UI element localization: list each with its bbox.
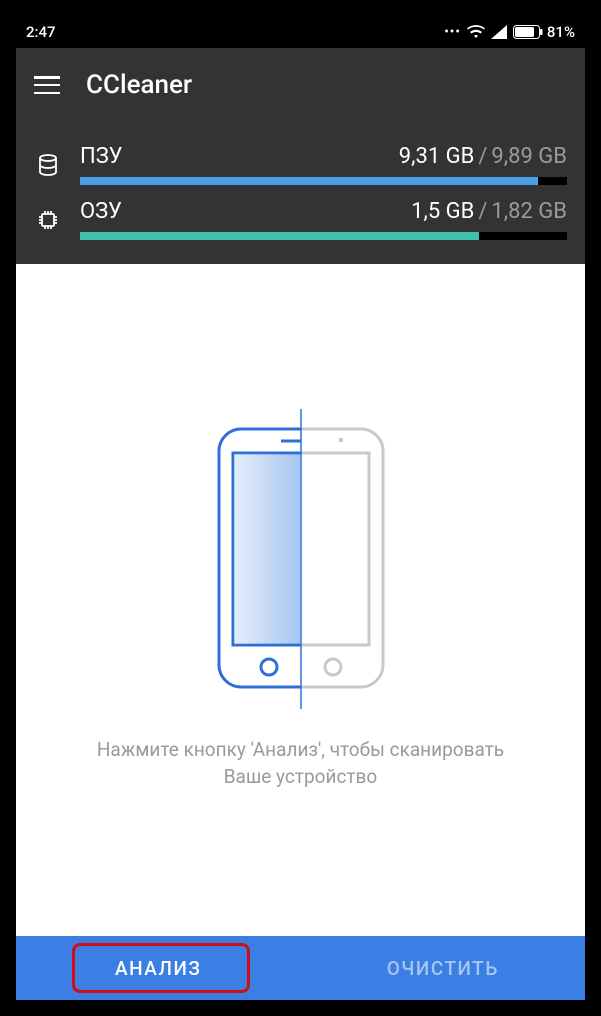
ram-icon [34,206,62,234]
more-icon: ••• [444,25,461,40]
storage-sep: / [474,144,491,169]
wifi-icon [467,25,485,39]
clean-button[interactable]: ОЧИСТИТЬ [301,936,586,1000]
ram-body: ОЗУ 1,5 GB / 1,82 GB [80,199,567,240]
menu-icon[interactable] [34,76,60,94]
storage-row[interactable]: ПЗУ 9,31 GB / 9,89 GB [34,130,567,185]
storage-icon [34,151,62,179]
ram-total: 1,82 GB [491,199,567,224]
hint-line-1: Нажмите кнопку 'Анализ', чтобы сканирова… [97,737,504,764]
storage-bar-fill [80,177,538,185]
storage-bar [80,177,567,185]
battery-indicator: 81% [513,23,575,41]
analyze-button[interactable]: АНАЛИЗ [16,936,301,1000]
ram-row[interactable]: ОЗУ 1,5 GB / 1,82 GB [34,185,567,240]
ram-bar [80,232,567,240]
ram-label: ОЗУ [80,199,411,224]
storage-label: ПЗУ [80,144,399,169]
ram-bar-fill [80,232,479,240]
app-title: CCleaner [86,70,192,100]
ram-sep: / [474,199,491,224]
battery-icon [513,25,543,39]
hint-text: Нажмите кнопку 'Анализ', чтобы сканирова… [97,737,504,790]
ram-text: ОЗУ 1,5 GB / 1,82 GB [80,199,567,224]
storage-body: ПЗУ 9,31 GB / 9,89 GB [80,144,567,185]
storage-text: ПЗУ 9,31 GB / 9,89 GB [80,144,567,169]
app-toolbar: CCleaner [16,48,585,122]
bottom-action-bar: АНАЛИЗ ОЧИСТИТЬ [16,936,585,1000]
phone-illustration [171,409,431,709]
main-content: Нажмите кнопку 'Анализ', чтобы сканирова… [16,264,585,936]
device-frame: 2:47 ••• [0,0,601,1016]
status-time: 2:47 [26,23,56,41]
storage-total: 9,89 GB [491,144,567,169]
battery-percent: 81% [547,23,575,41]
screen: 2:47 ••• [16,16,585,1000]
ram-used: 1,5 GB [411,199,474,224]
storage-used: 9,31 GB [399,144,475,169]
cellular-icon [491,25,507,39]
hint-line-2: Ваше устройство [97,764,504,791]
usage-panel: ПЗУ 9,31 GB / 9,89 GB [16,122,585,264]
status-bar: 2:47 ••• [16,16,585,48]
status-right: ••• 81% [444,23,575,41]
